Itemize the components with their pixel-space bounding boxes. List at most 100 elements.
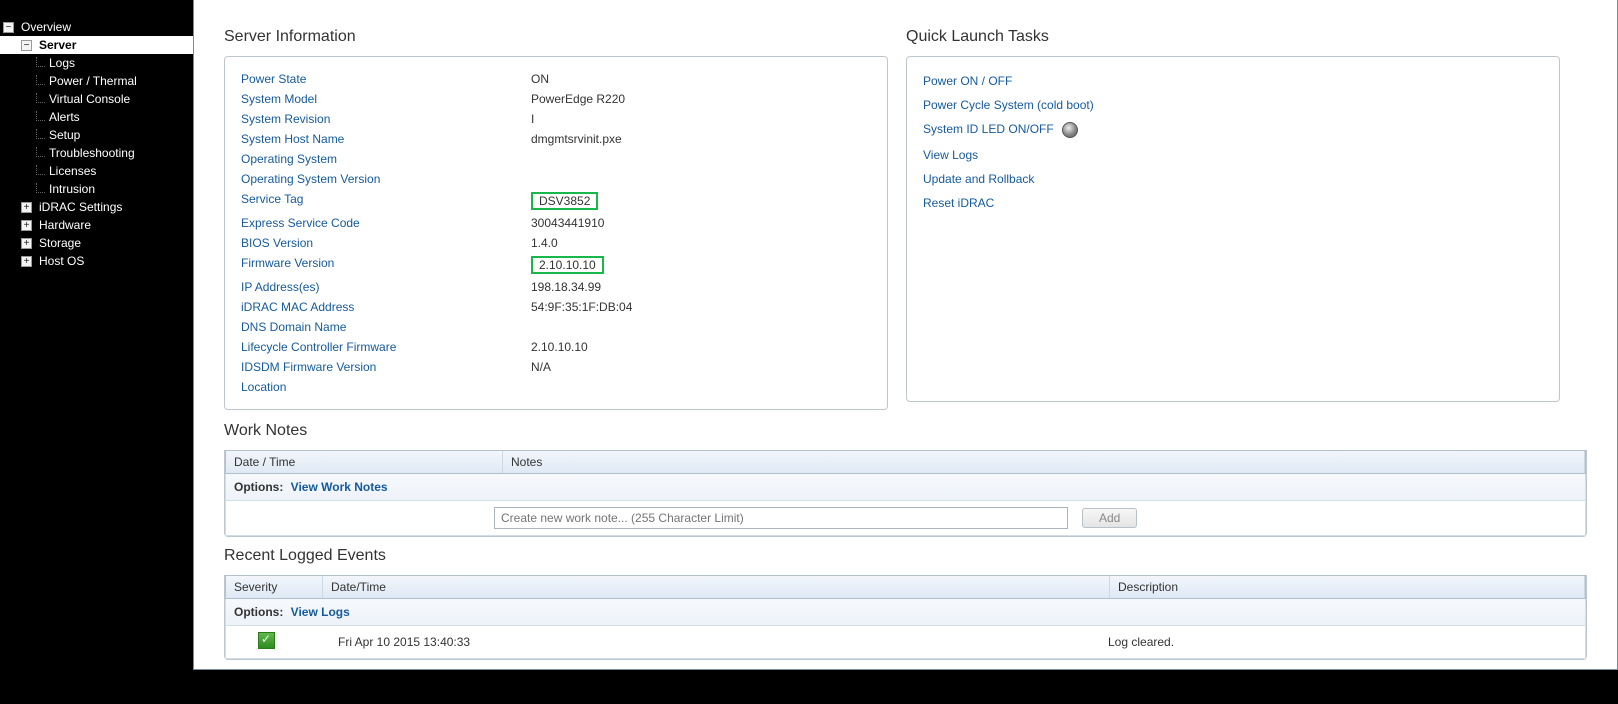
- nav-item-power-thermal[interactable]: Power / Thermal: [0, 72, 193, 90]
- nav-item-label[interactable]: iDRAC Settings: [35, 199, 126, 215]
- work-notes-header-datetime: Date / Time: [226, 451, 503, 473]
- info-value: I: [531, 112, 534, 126]
- info-label[interactable]: System Host Name: [241, 132, 531, 146]
- info-value: 1.4.0: [531, 236, 558, 250]
- info-value: 198.18.34.99: [531, 280, 601, 294]
- info-label[interactable]: System Model: [241, 92, 531, 106]
- quick-launch-link[interactable]: System ID LED ON/OFF: [923, 122, 1054, 136]
- work-notes-title: Work Notes: [224, 422, 1587, 440]
- info-row: Operating System Version: [241, 169, 871, 189]
- info-row: iDRAC MAC Address54:9F:35:1F:DB:04: [241, 297, 871, 317]
- info-label[interactable]: DNS Domain Name: [241, 320, 531, 334]
- nav-item-storage[interactable]: +Storage: [0, 234, 193, 252]
- info-row: BIOS Version1.4.0: [241, 233, 871, 253]
- info-label[interactable]: Operating System: [241, 152, 531, 166]
- nav-item-host-os[interactable]: +Host OS: [0, 252, 193, 270]
- info-label[interactable]: Express Service Code: [241, 216, 531, 230]
- nav-item-label[interactable]: Intrusion: [45, 181, 99, 197]
- info-row: Lifecycle Controller Firmware2.10.10.10: [241, 337, 871, 357]
- info-label[interactable]: Power State: [241, 72, 531, 86]
- nav-item-overview[interactable]: −Overview: [0, 18, 193, 36]
- nav-item-label[interactable]: Troubleshooting: [45, 145, 139, 161]
- expander-icon[interactable]: −: [3, 22, 14, 33]
- nav-item-label[interactable]: Overview: [17, 19, 75, 35]
- info-label[interactable]: Location: [241, 380, 531, 394]
- recent-events-header-severity: Severity: [226, 576, 323, 598]
- nav-item-label[interactable]: Alerts: [45, 109, 84, 125]
- expander-icon[interactable]: +: [21, 256, 32, 267]
- nav-item-troubleshooting[interactable]: Troubleshooting: [0, 144, 193, 162]
- expander-icon[interactable]: +: [21, 220, 32, 231]
- work-notes-options: Options: View Work Notes: [225, 474, 1586, 501]
- led-toggle-icon[interactable]: [1062, 122, 1078, 138]
- expander-icon[interactable]: −: [21, 40, 32, 51]
- info-label[interactable]: Firmware Version: [241, 256, 531, 274]
- info-row: Express Service Code30043441910: [241, 213, 871, 233]
- nav-item-label[interactable]: Host OS: [35, 253, 88, 269]
- info-row: IP Address(es)198.18.34.99: [241, 277, 871, 297]
- quick-launch-item: Power ON / OFF: [923, 69, 1543, 93]
- info-label[interactable]: IDSDM Firmware Version: [241, 360, 531, 374]
- add-work-note-button[interactable]: Add: [1082, 508, 1137, 528]
- recent-events-header-datetime: Date/Time: [323, 576, 1110, 598]
- info-label[interactable]: Operating System Version: [241, 172, 531, 186]
- info-label[interactable]: BIOS Version: [241, 236, 531, 250]
- info-value: 54:9F:35:1F:DB:04: [531, 300, 632, 314]
- nav-item-label[interactable]: Logs: [45, 55, 79, 71]
- info-value: DSV3852: [531, 192, 598, 210]
- nav-item-idrac-settings[interactable]: +iDRAC Settings: [0, 198, 193, 216]
- quick-launch-link[interactable]: Power Cycle System (cold boot): [923, 98, 1094, 112]
- nav-item-virtual-console[interactable]: Virtual Console: [0, 90, 193, 108]
- info-value: N/A: [531, 360, 551, 374]
- info-label[interactable]: iDRAC MAC Address: [241, 300, 531, 314]
- recent-events-header: Severity Date/Time Description: [225, 575, 1586, 599]
- nav-item-label[interactable]: Virtual Console: [45, 91, 134, 107]
- quick-launch-link[interactable]: Reset iDRAC: [923, 196, 994, 210]
- info-label[interactable]: Service Tag: [241, 192, 531, 210]
- event-row: Fri Apr 10 2015 13:40:33Log cleared.: [225, 626, 1586, 659]
- recent-events-options-label: Options:: [234, 605, 283, 619]
- work-notes-header-notes: Notes: [503, 451, 1585, 473]
- expander-icon[interactable]: +: [21, 202, 32, 213]
- info-row: Power StateON: [241, 69, 871, 89]
- work-notes-panel: Date / Time Notes Options: View Work Not…: [224, 450, 1587, 537]
- main-content: Server Information Power StateONSystem M…: [193, 0, 1618, 670]
- nav-item-intrusion[interactable]: Intrusion: [0, 180, 193, 198]
- view-logs-link[interactable]: View Logs: [291, 605, 350, 619]
- nav-item-label[interactable]: Setup: [45, 127, 84, 143]
- quick-launch-link[interactable]: View Logs: [923, 148, 978, 162]
- nav-item-alerts[interactable]: Alerts: [0, 108, 193, 126]
- info-value: ON: [531, 72, 549, 86]
- nav-item-licenses[interactable]: Licenses: [0, 162, 193, 180]
- recent-events-options: Options: View Logs: [225, 599, 1586, 626]
- view-work-notes-link[interactable]: View Work Notes: [291, 480, 388, 494]
- info-row: Operating System: [241, 149, 871, 169]
- quick-launch-item: Update and Rollback: [923, 167, 1543, 191]
- nav-item-label[interactable]: Power / Thermal: [45, 73, 141, 89]
- info-label[interactable]: IP Address(es): [241, 280, 531, 294]
- info-label[interactable]: Lifecycle Controller Firmware: [241, 340, 531, 354]
- nav-item-label[interactable]: Hardware: [35, 217, 95, 233]
- work-notes-header: Date / Time Notes: [225, 450, 1586, 474]
- expander-icon[interactable]: +: [21, 238, 32, 249]
- nav-item-label[interactable]: Licenses: [45, 163, 100, 179]
- info-label[interactable]: System Revision: [241, 112, 531, 126]
- quick-launch-link[interactable]: Update and Rollback: [923, 172, 1034, 186]
- nav-item-server[interactable]: −Server: [0, 36, 193, 54]
- nav-tree: −Overview−ServerLogsPower / ThermalVirtu…: [0, 0, 193, 670]
- nav-item-setup[interactable]: Setup: [0, 126, 193, 144]
- nav-item-logs[interactable]: Logs: [0, 54, 193, 72]
- nav-item-hardware[interactable]: +Hardware: [0, 216, 193, 234]
- recent-events-header-description: Description: [1110, 576, 1585, 598]
- info-row: IDSDM Firmware VersionN/A: [241, 357, 871, 377]
- server-information-title: Server Information: [224, 28, 888, 46]
- nav-item-label[interactable]: Server: [35, 37, 80, 53]
- quick-launch-link[interactable]: Power ON / OFF: [923, 74, 1012, 88]
- info-value: 30043441910: [531, 216, 604, 230]
- nav-item-label[interactable]: Storage: [35, 235, 85, 251]
- info-row: DNS Domain Name: [241, 317, 871, 337]
- quick-launch-item: View Logs: [923, 143, 1543, 167]
- quick-launch-panel: Power ON / OFF Power Cycle System (cold b…: [906, 56, 1560, 402]
- recent-events-title: Recent Logged Events: [224, 547, 1587, 565]
- work-note-input[interactable]: [494, 507, 1068, 529]
